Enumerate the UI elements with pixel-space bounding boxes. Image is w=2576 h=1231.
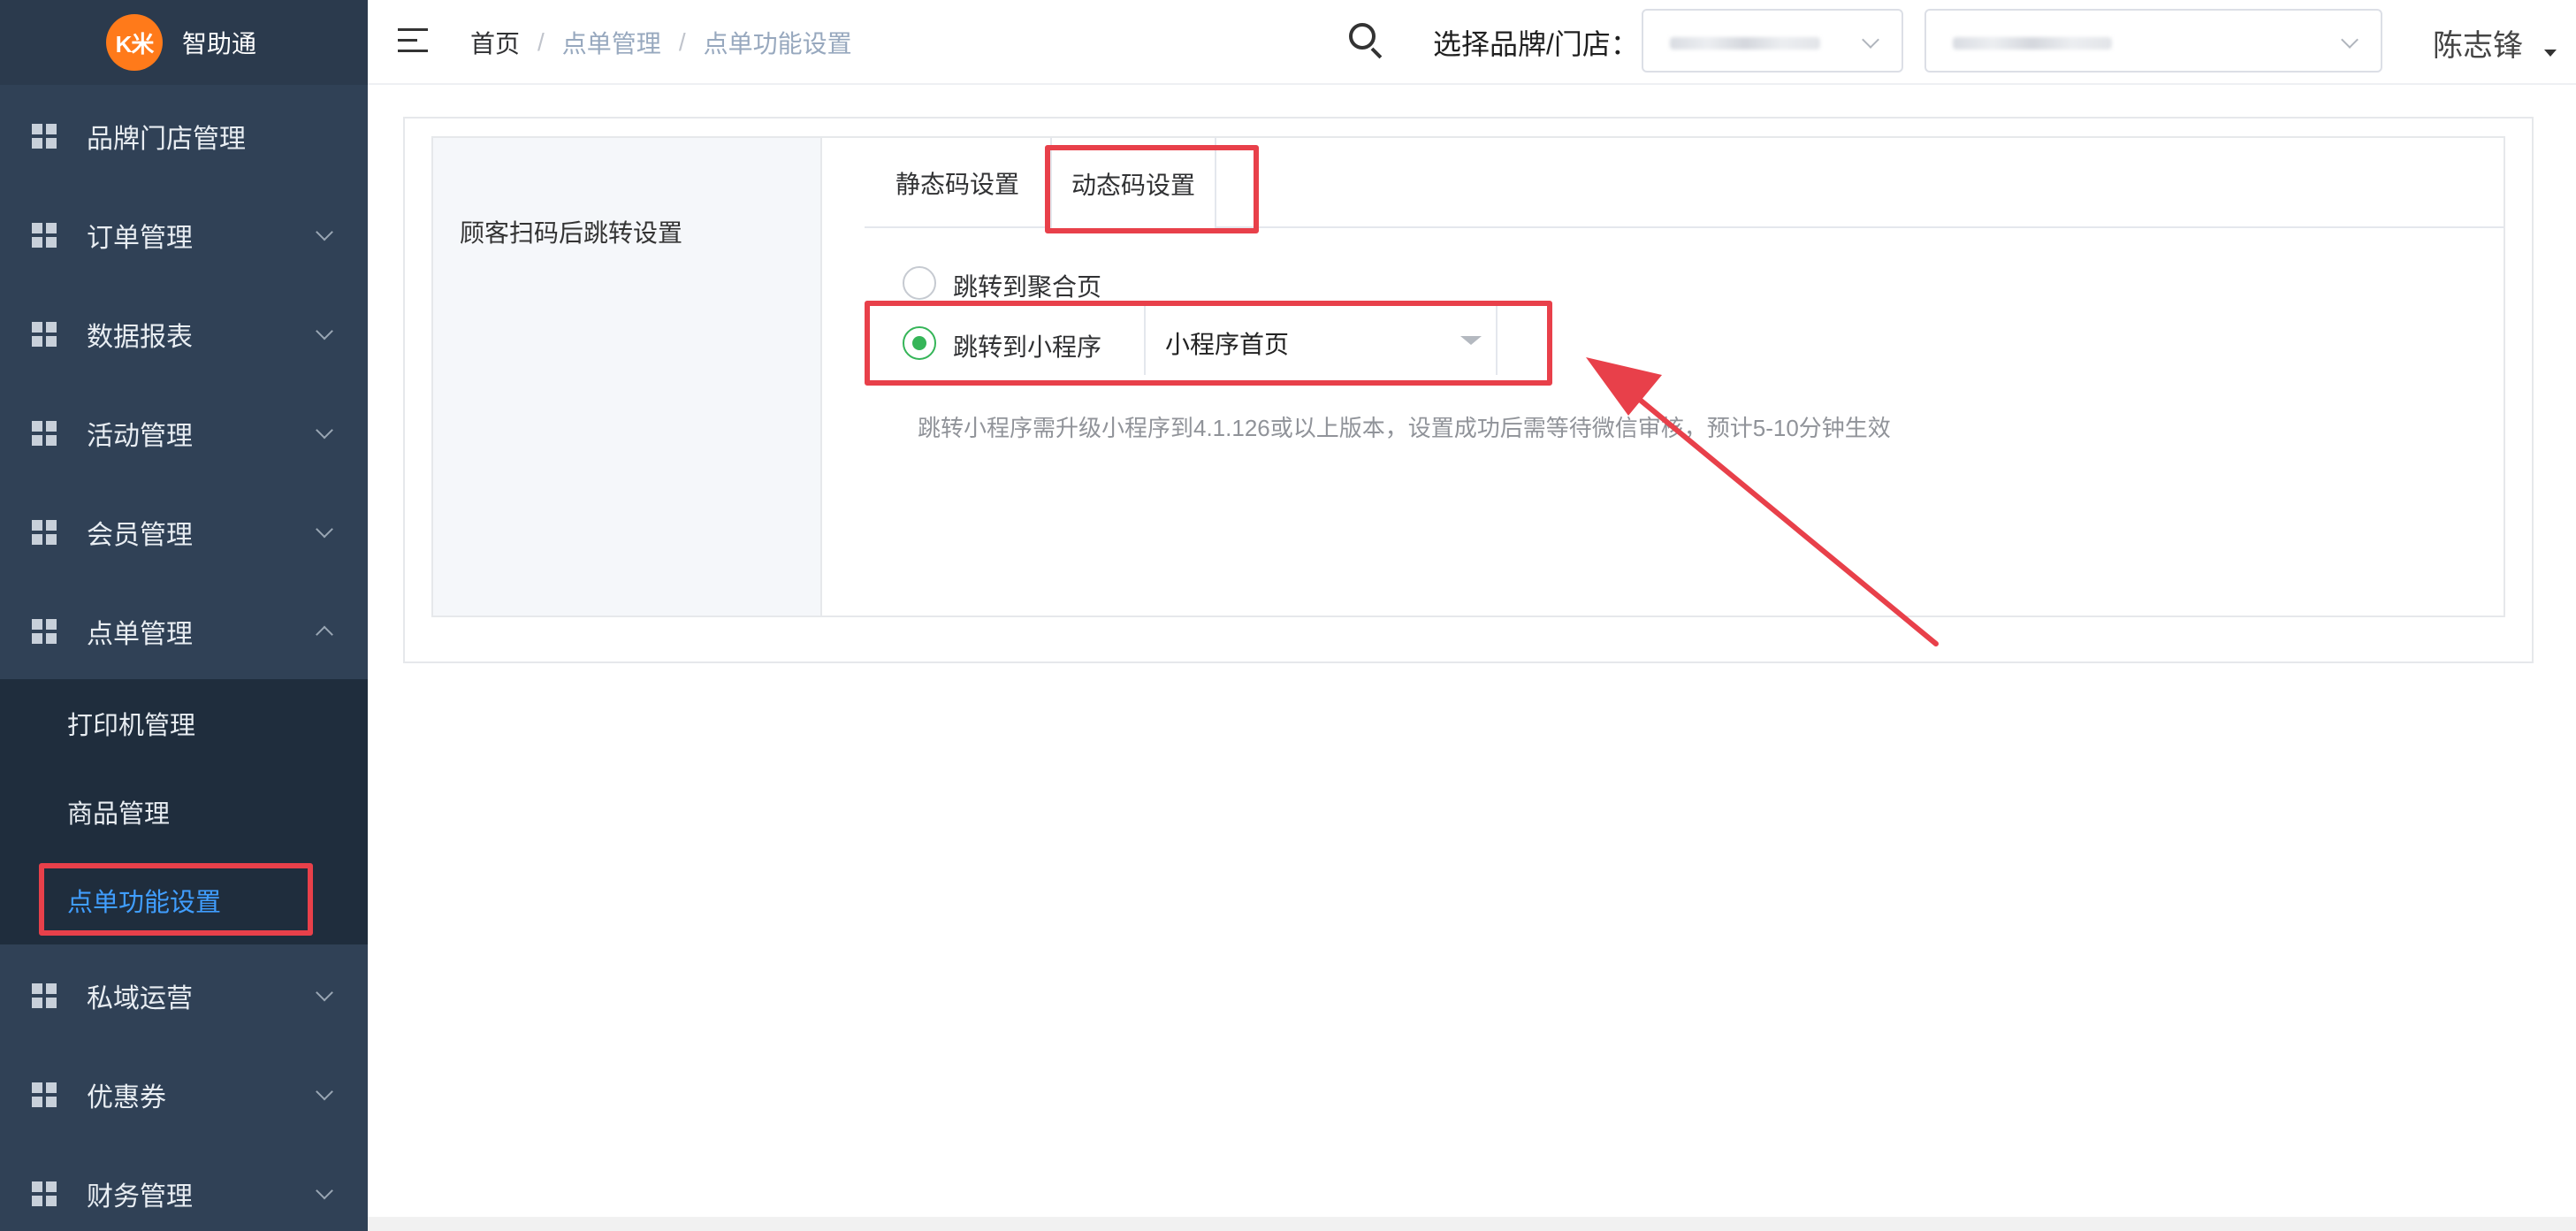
sidebar-item-label: 品牌门店管理 [87, 125, 246, 154]
grid-icon [32, 983, 57, 1008]
sidebar: K米 智助通 品牌门店管理 订单管理 数据报表 活动管理 会员管理 点单管理 打… [0, 0, 368, 1231]
caret-down-icon [1460, 336, 1482, 345]
radio-aggregate-page[interactable] [903, 266, 936, 300]
sidebar-item-label: 优惠券 [87, 1083, 166, 1112]
sidebar-item-label: 点单管理 [87, 620, 193, 649]
miniprogram-page-select[interactable]: 小程序首页 [1144, 306, 1498, 375]
select-value: 小程序首页 [1165, 331, 1290, 358]
chevron-down-icon [316, 421, 333, 440]
grid-icon [32, 421, 57, 446]
radio-label-miniprogram: 跳转到小程序 [953, 333, 1102, 361]
sidebar-item-label: 财务管理 [87, 1182, 193, 1212]
sidebar-item-label: 私域运营 [87, 984, 193, 1013]
submenu-item-label: 打印机管理 [67, 712, 196, 740]
breadcrumb-ordering[interactable]: 点单管理 [562, 25, 661, 60]
grid-icon [32, 223, 57, 248]
submenu-item-products[interactable]: 商品管理 [0, 768, 368, 856]
chevron-down-icon [316, 983, 333, 1002]
tab-static-code[interactable]: 静态码设置 [865, 138, 1050, 228]
user-name[interactable]: 陈志锋 [2433, 0, 2523, 85]
sidebar-item-activities[interactable]: 活动管理 [0, 384, 368, 483]
sidebar-item-label: 订单管理 [87, 224, 193, 253]
breadcrumb-separator: / [537, 28, 545, 56]
menu-toggle-icon[interactable] [398, 28, 428, 53]
chevron-up-icon [316, 625, 333, 644]
brand-logo: K米 [106, 14, 163, 71]
sidebar-item-members[interactable]: 会员管理 [0, 483, 368, 582]
sidebar-item-label: 活动管理 [87, 422, 193, 451]
store-select[interactable] [1924, 9, 2382, 73]
tab-bar: 静态码设置 动态码设置 [865, 138, 2504, 230]
chevron-down-icon [316, 1082, 333, 1101]
submenu-item-label: 商品管理 [67, 800, 171, 829]
horizontal-scrollbar[interactable] [368, 1217, 2576, 1231]
brand-store-label: 选择品牌/门店： [1433, 28, 1639, 60]
grid-icon [32, 1082, 57, 1107]
search-icon[interactable] [1349, 23, 1384, 59]
sidebar-item-label: 数据报表 [87, 323, 193, 352]
brand-header: K米 智助通 [0, 0, 368, 85]
sidebar-item-reports[interactable]: 数据报表 [0, 285, 368, 384]
caret-down-icon[interactable] [2544, 50, 2557, 57]
submenu-item-label: 点单功能设置 [67, 889, 222, 917]
grid-icon [32, 124, 57, 149]
radio-miniprogram[interactable] [903, 326, 936, 360]
sidebar-item-finance[interactable]: 财务管理 [0, 1144, 368, 1231]
sidebar-item-coupons[interactable]: 优惠券 [0, 1045, 368, 1144]
breadcrumb-home[interactable]: 首页 [470, 25, 520, 60]
submenu-item-order-settings[interactable]: 点单功能设置 [0, 856, 368, 944]
radio-label-aggregate: 跳转到聚合页 [953, 273, 1102, 301]
brand-select[interactable] [1642, 9, 1903, 73]
tab-dynamic-code[interactable]: 动态码设置 [1050, 138, 1216, 230]
sidebar-item-orders[interactable]: 订单管理 [0, 186, 368, 285]
hint-text: 跳转小程序需升级小程序到4.1.126或以上版本，设置成功后需等待微信审核，预计… [918, 415, 1891, 441]
top-header: 首页 / 点单管理 / 点单功能设置 选择品牌/门店： 陈志锋 [368, 0, 2576, 85]
chevron-down-icon [316, 223, 333, 241]
chevron-down-icon [316, 322, 333, 340]
row-label: 顾客扫码后跳转设置 [460, 219, 683, 247]
sidebar-item-ordering[interactable]: 点单管理 [0, 582, 368, 681]
grid-icon [32, 520, 57, 545]
breadcrumb-separator: / [678, 28, 686, 56]
chevron-down-icon [2341, 31, 2359, 49]
chevron-down-icon [316, 1181, 333, 1200]
grid-icon [32, 322, 57, 347]
app-name: 智助通 [182, 30, 257, 57]
breadcrumb: 首页 / 点单管理 / 点单功能设置 [470, 0, 852, 85]
breadcrumb-current: 点单功能设置 [703, 30, 852, 57]
sidebar-item-brand-store[interactable]: 品牌门店管理 [0, 87, 368, 186]
chevron-down-icon [1862, 31, 1879, 49]
grid-icon [32, 619, 57, 644]
row-label-cell: 顾客扫码后跳转设置 [433, 138, 822, 616]
chevron-down-icon [316, 520, 333, 539]
sidebar-item-private-domain[interactable]: 私域运营 [0, 946, 368, 1045]
settings-table: 顾客扫码后跳转设置 静态码设置 动态码设置 [431, 136, 2505, 617]
ordering-submenu: 打印机管理 商品管理 点单功能设置 [0, 679, 368, 944]
submenu-item-printers[interactable]: 打印机管理 [0, 679, 368, 768]
sidebar-item-label: 会员管理 [87, 521, 193, 550]
grid-icon [32, 1181, 57, 1206]
